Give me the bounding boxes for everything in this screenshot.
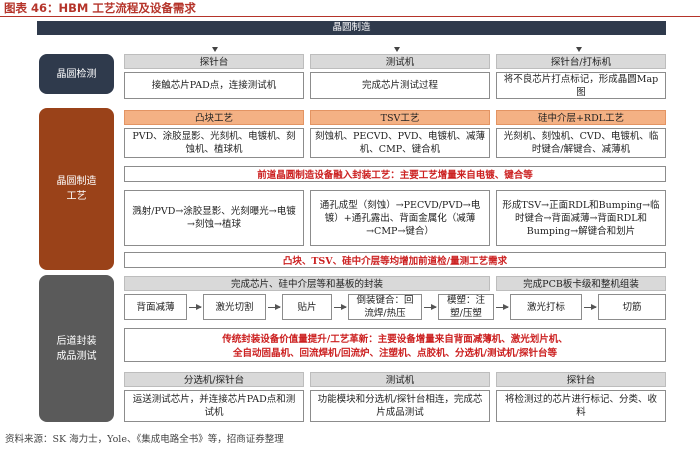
inspection-cell-tester: 完成芯片测试过程: [310, 72, 490, 99]
fab-equipment-bump: PVD、涂胶显影、光刻机、电镀机、刻蚀机、植球机: [124, 128, 304, 158]
arrow-right-icon: [584, 304, 597, 310]
arrow-right-icon: [424, 304, 437, 310]
backend-step-laser-marking: 激光打标: [510, 294, 582, 320]
backend-step-molding: 模塑：注塑/压塑: [438, 294, 494, 320]
inspection-cell-marker: 将不良芯片打点标记，形成晶圆Map图: [496, 72, 666, 99]
backend-note: 传统封装设备价值量提升/工艺革新：主要设备增量来自背面减薄机、激光划片机、 全自…: [124, 328, 666, 362]
test-cell-probe: 将检测过的芯片进行标记、分类、收料: [496, 390, 666, 422]
stage-backend: 后道封装 成品测试: [39, 275, 114, 422]
test-header-tester: 测试机: [310, 372, 490, 387]
inspection-cell-probe: 接触芯片PAD点，连接测试机: [124, 72, 304, 99]
top-banner: 晶圆制造: [37, 21, 666, 35]
fab-equipment-interposer: 光刻机、刻蚀机、CVD、电镀机、临时键合/解键合、减薄机: [496, 128, 666, 158]
fab-header-bump: 凸块工艺: [124, 110, 304, 125]
stage-inspection: 晶圆检测: [39, 54, 114, 94]
figure-title: 图表 46：HBM 工艺流程及设备需求: [4, 1, 196, 15]
fab-header-tsv: TSV工艺: [310, 110, 490, 125]
backend-step-dicing: 激光切割: [203, 294, 266, 320]
stage-fab: 晶圆制造 工艺: [39, 108, 114, 270]
backend-step-thinning: 背面减薄: [124, 294, 187, 320]
fab-process-bump: 溅射/PVD→涂胶显影、光刻曝光→电镀→刻蚀→植球: [124, 190, 304, 246]
source-note: 资料来源：SK 海力士，Yole、《集成电路全书》等，招商证券整理: [5, 434, 284, 445]
arrow-right-icon: [496, 304, 509, 310]
backend-step-trim: 切筋: [598, 294, 666, 320]
fab-equipment-tsv: 刻蚀机、PECVD、PVD、电镀机、减薄机、CMP、键合机: [310, 128, 490, 158]
arrow-right-icon: [268, 304, 281, 310]
inspection-header-marker: 探针台/打标机: [496, 54, 666, 69]
down-arrow-icon: [212, 47, 218, 52]
arrow-right-icon: [189, 304, 202, 310]
backend-step-die-attach: 贴片: [282, 294, 332, 320]
test-header-probe: 探针台: [496, 372, 666, 387]
test-cell-tester: 功能模块和分选机/探针台相连，完成芯片成品测试: [310, 390, 490, 422]
inspection-header-probe: 探针台: [124, 54, 304, 69]
fab-process-interposer: 形成TSV→正面RDL和Bumping→临时键合→背面减薄→背面RDL和Bump…: [496, 190, 666, 246]
fab-header-interposer: 硅中介层+RDL工艺: [496, 110, 666, 125]
fab-process-tsv: 通孔成型（刻蚀）→PECVD/PVD→电镀）+通孔露出、背面金属化（减薄→CMP…: [310, 190, 490, 246]
down-arrow-icon: [576, 47, 582, 52]
inspection-header-tester: 测试机: [310, 54, 490, 69]
fab-note-plating-bonding: 前道晶圆制造设备融入封装工艺：主要工艺增量来自电镀、键合等: [124, 166, 666, 182]
test-header-handler: 分选机/探针台: [124, 372, 304, 387]
test-cell-handler: 运送测试芯片，并连接芯片PAD点和测试机: [124, 390, 304, 422]
backend-step-flip-chip: 倒装键合：回流焊/热压: [348, 294, 422, 320]
backend-header-assembly: 完成PCB板卡级和整机组装: [496, 276, 666, 291]
backend-header-package: 完成芯片、硅中介层等和基板的封装: [124, 276, 490, 291]
backend-note-line-2: 全自动固晶机、回流焊机/回流炉、注塑机、点胶机、分选机/测试机/探针台等: [233, 348, 557, 359]
arrow-right-icon: [334, 304, 347, 310]
backend-note-line-1: 传统封装设备价值量提升/工艺革新：主要设备增量来自背面减薄机、激光划片机、: [222, 334, 568, 345]
fab-note-metrology: 凸块、TSV、硅中介层等均增加前道检/量测工艺需求: [124, 252, 666, 268]
down-arrow-icon: [394, 47, 400, 52]
